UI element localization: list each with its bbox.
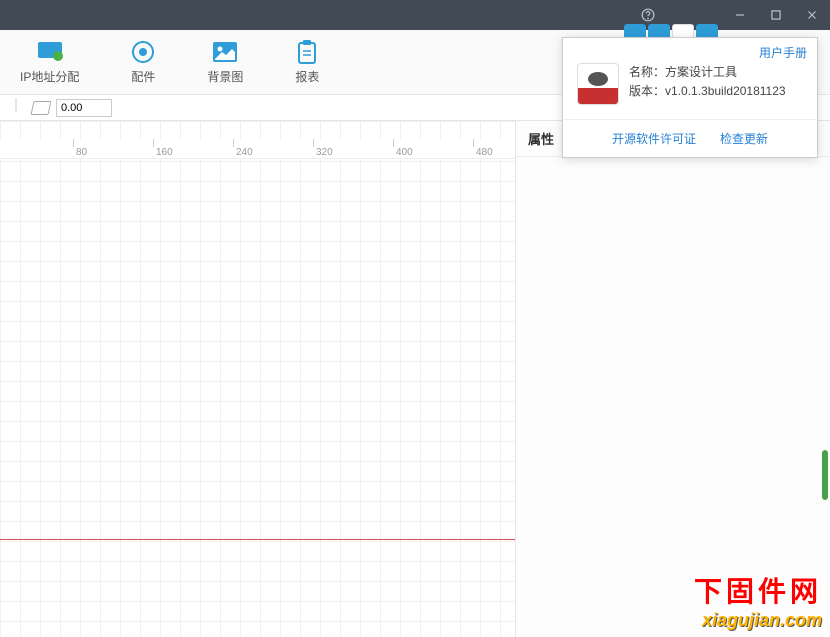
ruler-tick: 480 — [473, 139, 493, 147]
ruler-tick: 400 — [393, 139, 413, 147]
watermark: 下固件网 xiagujian.com — [694, 570, 822, 631]
ruler-tick: 80 — [73, 139, 87, 147]
ruler-horizontal: 80 160 240 320 400 480 — [0, 139, 515, 159]
image-icon — [211, 40, 239, 64]
size-input[interactable] — [56, 99, 112, 117]
monitor-icon — [36, 40, 64, 64]
help-icon[interactable] — [638, 5, 658, 25]
clipboard-icon — [293, 40, 321, 64]
version-value: v1.0.1.3build20181123 — [665, 84, 786, 98]
help-popup: 用户手册 名称：方案设计工具 版本：v1.0.1.3build20181123 … — [562, 37, 818, 158]
ruler-tick: 160 — [153, 139, 173, 147]
watermark-url: xiagujian.com — [694, 610, 822, 631]
watermark-text: 下固件网 — [694, 570, 822, 610]
background-button[interactable]: 背景图 — [207, 40, 243, 85]
ruler-tick: 320 — [313, 139, 333, 147]
parts-button[interactable]: 配件 — [129, 40, 157, 85]
sidebar-right: 属性 — [515, 121, 830, 637]
canvas-grid[interactable]: 80 160 240 320 400 480 — [0, 121, 515, 637]
close-icon[interactable] — [802, 5, 822, 25]
update-link[interactable]: 检查更新 — [720, 130, 768, 147]
ip-assign-button[interactable]: IP地址分配 — [20, 40, 79, 85]
ruler-tick: 240 — [233, 139, 253, 147]
minimize-icon[interactable] — [730, 5, 750, 25]
app-icon — [577, 63, 619, 105]
background-label: 背景图 — [207, 68, 243, 85]
canvas-area[interactable]: 80 160 240 320 400 480 — [0, 121, 515, 637]
content-area: 80 160 240 320 400 480 属性 — [0, 121, 830, 637]
eraser-icon[interactable] — [31, 101, 52, 115]
name-label: 名称： — [629, 65, 665, 79]
scroll-indicator[interactable] — [822, 450, 828, 500]
name-value: 方案设计工具 — [665, 65, 737, 79]
app-info: 名称：方案设计工具 版本：v1.0.1.3build20181123 — [629, 63, 786, 105]
ip-assign-label: IP地址分配 — [20, 68, 79, 85]
user-manual-link[interactable]: 用户手册 — [759, 44, 807, 61]
report-button[interactable]: 报表 — [293, 40, 321, 85]
divider-icon — [10, 98, 26, 117]
license-link[interactable]: 开源软件许可证 — [612, 130, 696, 147]
canvas-guideline — [0, 539, 515, 540]
maximize-icon[interactable] — [766, 5, 786, 25]
parts-label: 配件 — [131, 68, 155, 85]
report-label: 报表 — [295, 68, 319, 85]
version-label: 版本： — [629, 84, 665, 98]
parts-icon — [129, 40, 157, 64]
